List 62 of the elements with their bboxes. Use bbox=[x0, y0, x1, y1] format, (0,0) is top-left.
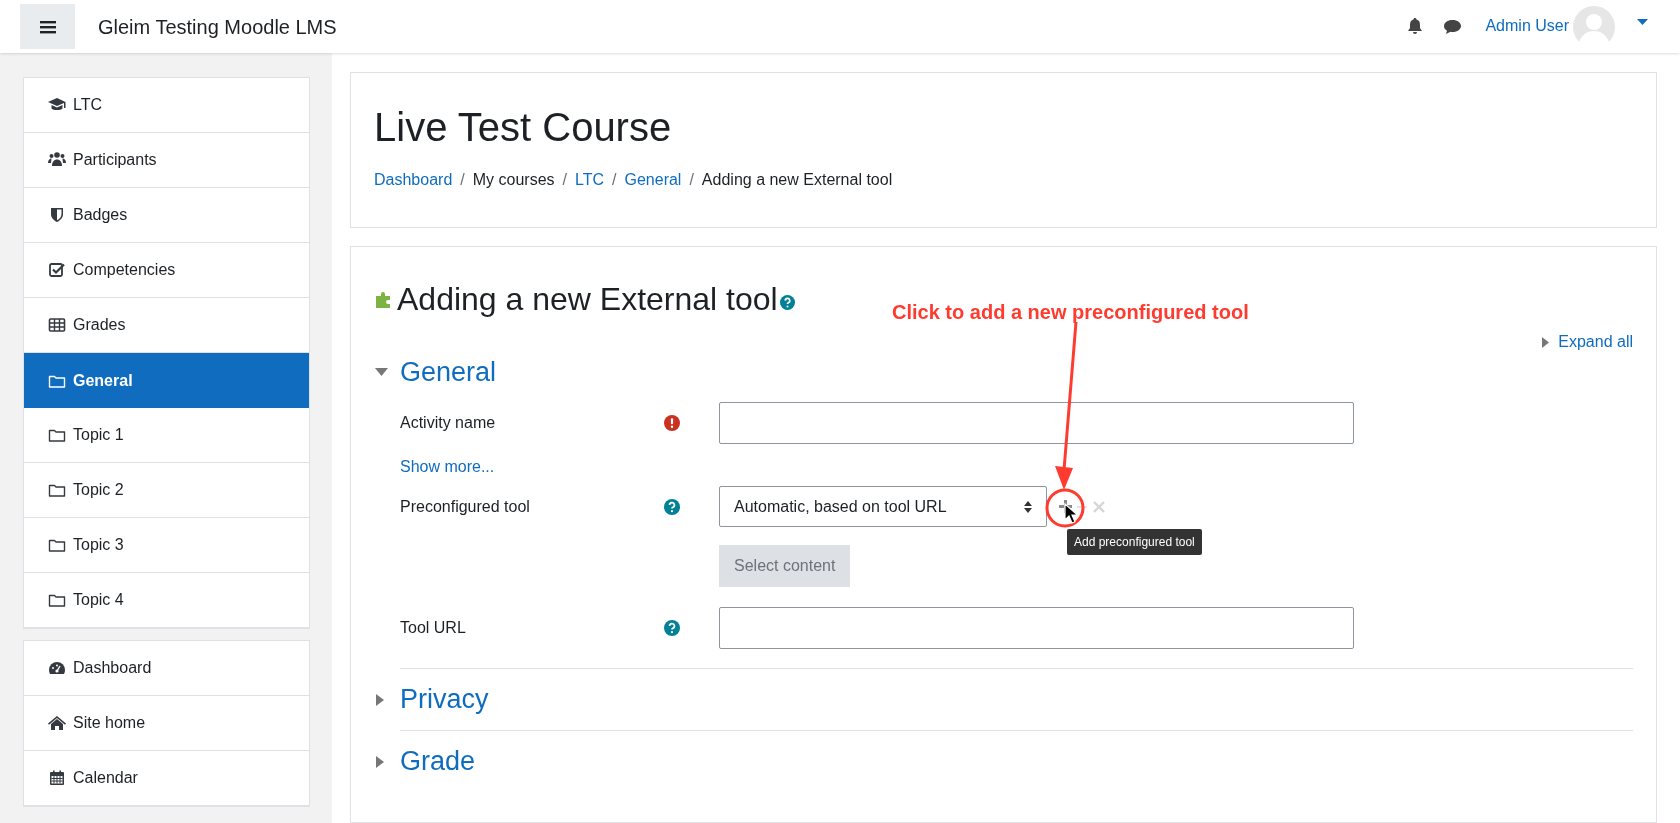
sidebar-item[interactable]: Competencies bbox=[24, 243, 309, 298]
select-field[interactable]: Automatic, based on tool URL bbox=[719, 486, 1047, 527]
sidebar-item[interactable]: Site home bbox=[24, 696, 309, 751]
table-icon bbox=[48, 316, 66, 334]
collapse-icon[interactable] bbox=[375, 368, 388, 376]
sidebar-item[interactable]: Topic 2 bbox=[24, 463, 309, 518]
breadcrumb-separator: / bbox=[612, 170, 617, 190]
caret-icon[interactable] bbox=[1637, 18, 1648, 25]
sidebar-item[interactable]: LTC bbox=[24, 78, 309, 133]
breadcrumb-separator: / bbox=[460, 170, 465, 190]
tooltip: Add preconfigured tool bbox=[1067, 529, 1202, 555]
breadcrumb-text: Adding a new External tool bbox=[701, 170, 893, 190]
field-label: Activity name bbox=[400, 413, 497, 433]
text-field[interactable] bbox=[719, 607, 1354, 649]
home-icon bbox=[48, 714, 66, 732]
highlight-circle bbox=[1044, 488, 1086, 528]
sidebar-item[interactable]: Participants bbox=[24, 133, 309, 188]
section-heading[interactable]: Privacy bbox=[400, 679, 489, 720]
section-heading[interactable]: Grade bbox=[400, 741, 476, 782]
expand-icon bbox=[1542, 336, 1550, 348]
chat-icon[interactable] bbox=[1443, 18, 1463, 35]
course-title: Live Test Course bbox=[374, 104, 673, 151]
sort-icon bbox=[1024, 500, 1032, 513]
sidebar-item[interactable]: General bbox=[24, 353, 309, 408]
help-icon[interactable] bbox=[779, 294, 795, 310]
form-title: Adding a new External tool bbox=[397, 280, 778, 319]
shield-icon bbox=[48, 206, 66, 224]
breadcrumb-text: My courses bbox=[472, 170, 555, 190]
sidebar-item[interactable]: Topic 1 bbox=[24, 408, 309, 463]
breadcrumb-link[interactable]: Dashboard bbox=[374, 168, 453, 192]
expand-icon[interactable] bbox=[376, 693, 384, 706]
required-icon bbox=[664, 415, 680, 431]
check-icon bbox=[48, 261, 66, 279]
sidebar-item[interactable]: Badges bbox=[24, 188, 309, 243]
field-label: Preconfigured tool bbox=[400, 496, 531, 517]
expand-icon[interactable] bbox=[376, 755, 384, 768]
breadcrumb-link[interactable]: LTC bbox=[575, 168, 605, 192]
calendar-icon bbox=[48, 769, 66, 787]
select-content-button[interactable]: Select content bbox=[719, 545, 851, 587]
users-icon bbox=[48, 151, 66, 169]
sidebar-item[interactable]: Topic 4 bbox=[24, 573, 309, 628]
breadcrumb-separator: / bbox=[689, 170, 694, 190]
show-more-link[interactable]: Show more... bbox=[400, 455, 495, 479]
sidebar-item[interactable]: Dashboard bbox=[24, 641, 309, 696]
sidebar-item[interactable]: Calendar bbox=[24, 751, 309, 806]
breadcrumb-link[interactable]: General bbox=[624, 168, 682, 192]
menu-icon bbox=[39, 19, 56, 34]
bell-icon[interactable] bbox=[1407, 18, 1424, 35]
menu-button[interactable] bbox=[20, 4, 75, 49]
annotation-text: Click to add a new preconfigured tool bbox=[892, 300, 1249, 325]
help-icon[interactable] bbox=[664, 620, 680, 636]
field-label: Tool URL bbox=[400, 618, 467, 638]
expand-all-link[interactable]: Expand all bbox=[1558, 330, 1633, 354]
sidebar-item[interactable]: Topic 3 bbox=[24, 518, 309, 573]
site-name[interactable]: Gleim Testing Moodle LMS bbox=[98, 11, 337, 42]
breadcrumb-separator: / bbox=[562, 170, 567, 190]
text-field[interactable] bbox=[719, 402, 1354, 444]
user-name[interactable]: Admin User bbox=[1485, 13, 1569, 38]
help-icon[interactable] bbox=[664, 498, 680, 515]
cursor-icon bbox=[1064, 503, 1078, 524]
section-heading[interactable]: General bbox=[400, 351, 497, 393]
gauge-icon bbox=[48, 659, 66, 677]
